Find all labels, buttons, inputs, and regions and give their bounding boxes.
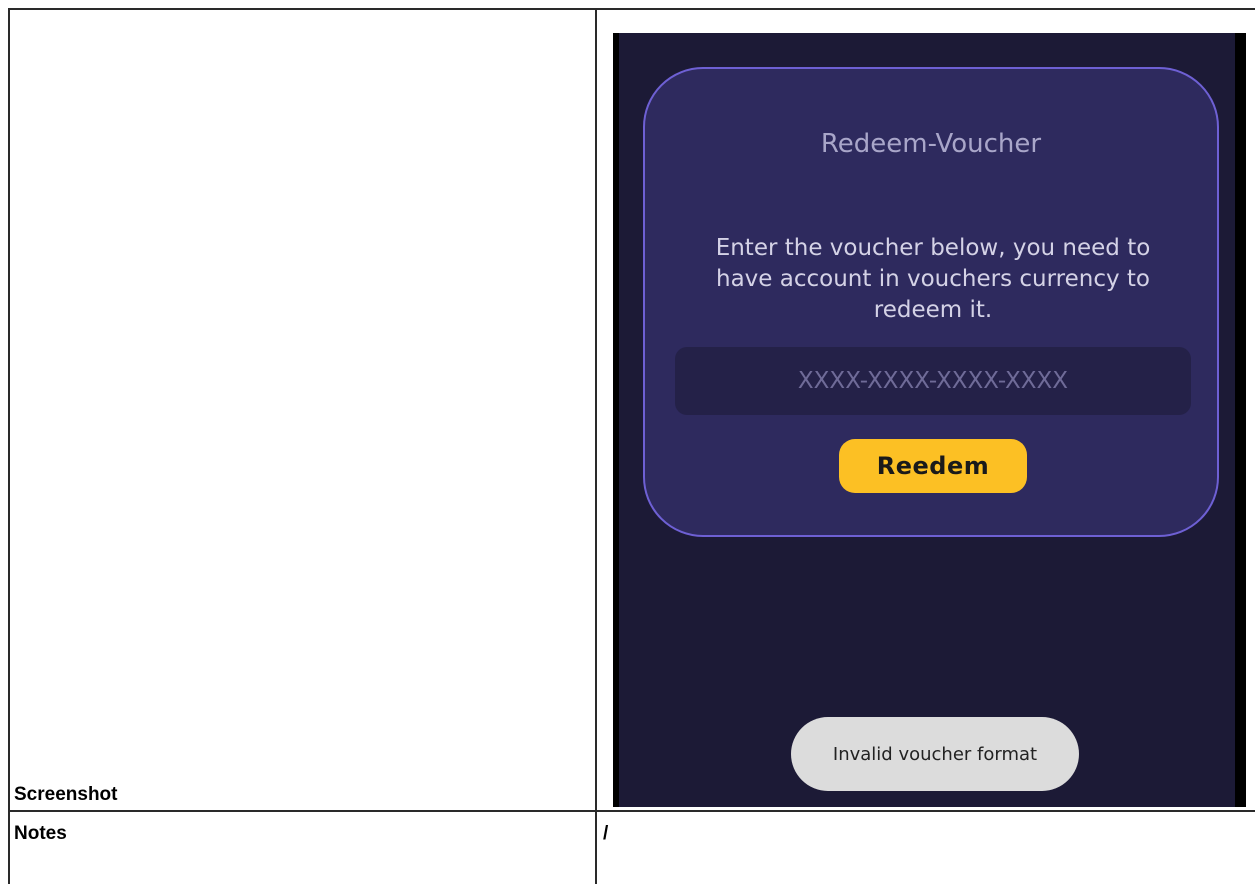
table-row-divider	[8, 810, 1255, 812]
screenshot-label: Screenshot	[14, 784, 118, 805]
toast-text: Invalid voucher format	[832, 743, 1038, 765]
app-screen: Redeem-Voucher Enter the voucher below, …	[619, 33, 1235, 807]
redeem-voucher-card: Redeem-Voucher Enter the voucher below, …	[643, 67, 1219, 537]
voucher-code-input[interactable]	[675, 347, 1191, 415]
redeem-button[interactable]: Reedem	[839, 439, 1027, 493]
notes-value: /	[603, 823, 609, 844]
card-description: Enter the voucher below, you need to hav…	[715, 235, 1151, 323]
toast-message: Invalid voucher format	[791, 717, 1079, 791]
notes-label: Notes	[14, 823, 67, 844]
card-title: Redeem-Voucher	[820, 129, 1042, 159]
app-screenshot: Redeem-Voucher Enter the voucher below, …	[613, 33, 1246, 807]
table-column-divider	[595, 8, 597, 884]
